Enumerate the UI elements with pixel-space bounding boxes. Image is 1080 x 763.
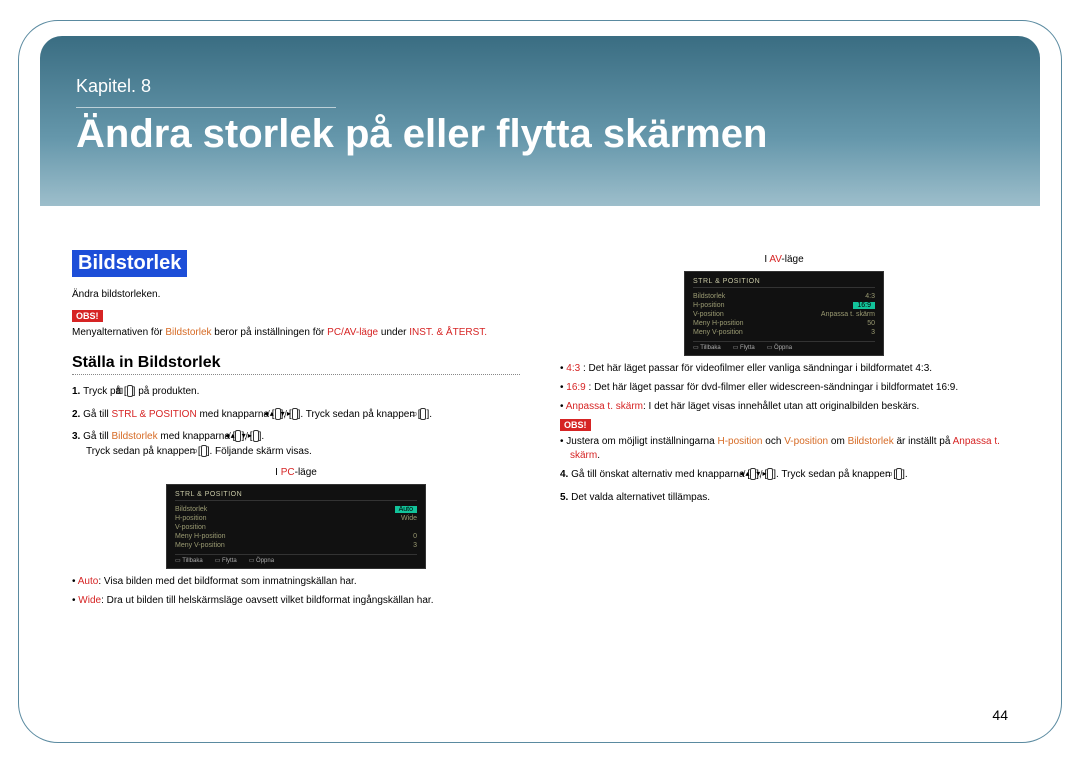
osd-title: STRL & POSITION <box>175 491 417 501</box>
osd-pc-screenshot: STRL & POSITION BildstorlekAutoH-positio… <box>166 484 426 569</box>
chapter-rule <box>76 107 336 108</box>
osd-title: STRL & POSITION <box>693 278 875 288</box>
page-number: 44 <box>992 707 1008 723</box>
step-2: 2. Gå till STRL & POSITION med knapparna… <box>72 408 520 423</box>
osd-row: H-positionWide <box>175 514 417 523</box>
steps-list: 1. Tryck på [▥] på produkten. 2. Gå till… <box>72 385 520 459</box>
step-3: 3. Gå till Bildstorlek med knapparna [◂/… <box>72 430 520 459</box>
obs2-bullets: Justera om möjligt inställningarna H-pos… <box>560 435 1008 463</box>
bullet-wide: Wide: Dra ut bilden till helskärmsläge o… <box>72 594 520 608</box>
obs-badge-2: OBS! <box>560 419 591 431</box>
steps-list-right: 4. Gå till önskat alternativ med knappar… <box>560 468 1008 505</box>
osd-row: H-position16:9 <box>693 301 875 310</box>
osd-row: Meny H-position50 <box>693 319 875 328</box>
obs2-bullet: Justera om möjligt inställningarna H-pos… <box>560 435 1008 463</box>
av-bullets: 4:3 : Det här läget passar för videofilm… <box>560 362 1008 414</box>
osd-row: Meny V-position3 <box>693 328 875 337</box>
pc-bullets: Auto: Visa bilden med det bildformat som… <box>72 575 520 608</box>
step-1: 1. Tryck på [▥] på produkten. <box>72 385 520 400</box>
section-intro: Ändra bildstorleken. <box>72 289 520 300</box>
bullet-fit: Anpassa t. skärm: I det här läget visas … <box>560 400 1008 414</box>
bullet-43: 4:3 : Det här läget passar för videofilm… <box>560 362 1008 376</box>
right-column: I AV-läge STRL & POSITION Bildstorlek4:3… <box>560 250 1008 613</box>
chapter-header: Kapitel. 8 Ändra storlek på eller flytta… <box>40 36 1040 206</box>
bullet-auto: Auto: Visa bilden med det bildformat som… <box>72 575 520 589</box>
section-heading: Bildstorlek <box>72 250 187 277</box>
chapter-label: Kapitel. 8 <box>76 76 1004 101</box>
content-area: Bildstorlek Ändra bildstorleken. OBS! Me… <box>72 250 1008 723</box>
osd-row: BildstorlekAuto <box>175 505 417 514</box>
left-column: Bildstorlek Ändra bildstorleken. OBS! Me… <box>72 250 520 613</box>
osd-row: Bildstorlek4:3 <box>693 292 875 301</box>
osd-row: V-positionAnpassa t. skärm <box>693 310 875 319</box>
step-4: 4. Gå till önskat alternativ med knappar… <box>560 468 1008 483</box>
osd-footer: TillbakaFlyttaÖppna <box>693 341 875 351</box>
osd-footer: TillbakaFlyttaÖppna <box>175 554 417 564</box>
osd-row: Meny V-position3 <box>175 541 417 550</box>
osd-av-screenshot: STRL & POSITION Bildstorlek4:3H-position… <box>684 271 884 356</box>
step-5: 5. Det valda alternativet tillämpas. <box>560 491 1008 506</box>
osd-row: Meny H-position0 <box>175 532 417 541</box>
subheading: Ställa in Bildstorlek <box>72 354 520 372</box>
note-text: Menyalternativen för Bildstorlek beror p… <box>72 326 520 340</box>
obs-badge: OBS! <box>72 310 103 322</box>
bullet-169: 16:9 : Det här läget passar för dvd-film… <box>560 381 1008 395</box>
dotted-rule <box>72 374 520 375</box>
pc-mode-caption: I PC-läge <box>72 467 520 478</box>
chapter-title: Ändra storlek på eller flytta skärmen <box>76 112 1004 157</box>
av-mode-caption: I AV-läge <box>560 254 1008 265</box>
osd-row: V-position <box>175 523 417 532</box>
